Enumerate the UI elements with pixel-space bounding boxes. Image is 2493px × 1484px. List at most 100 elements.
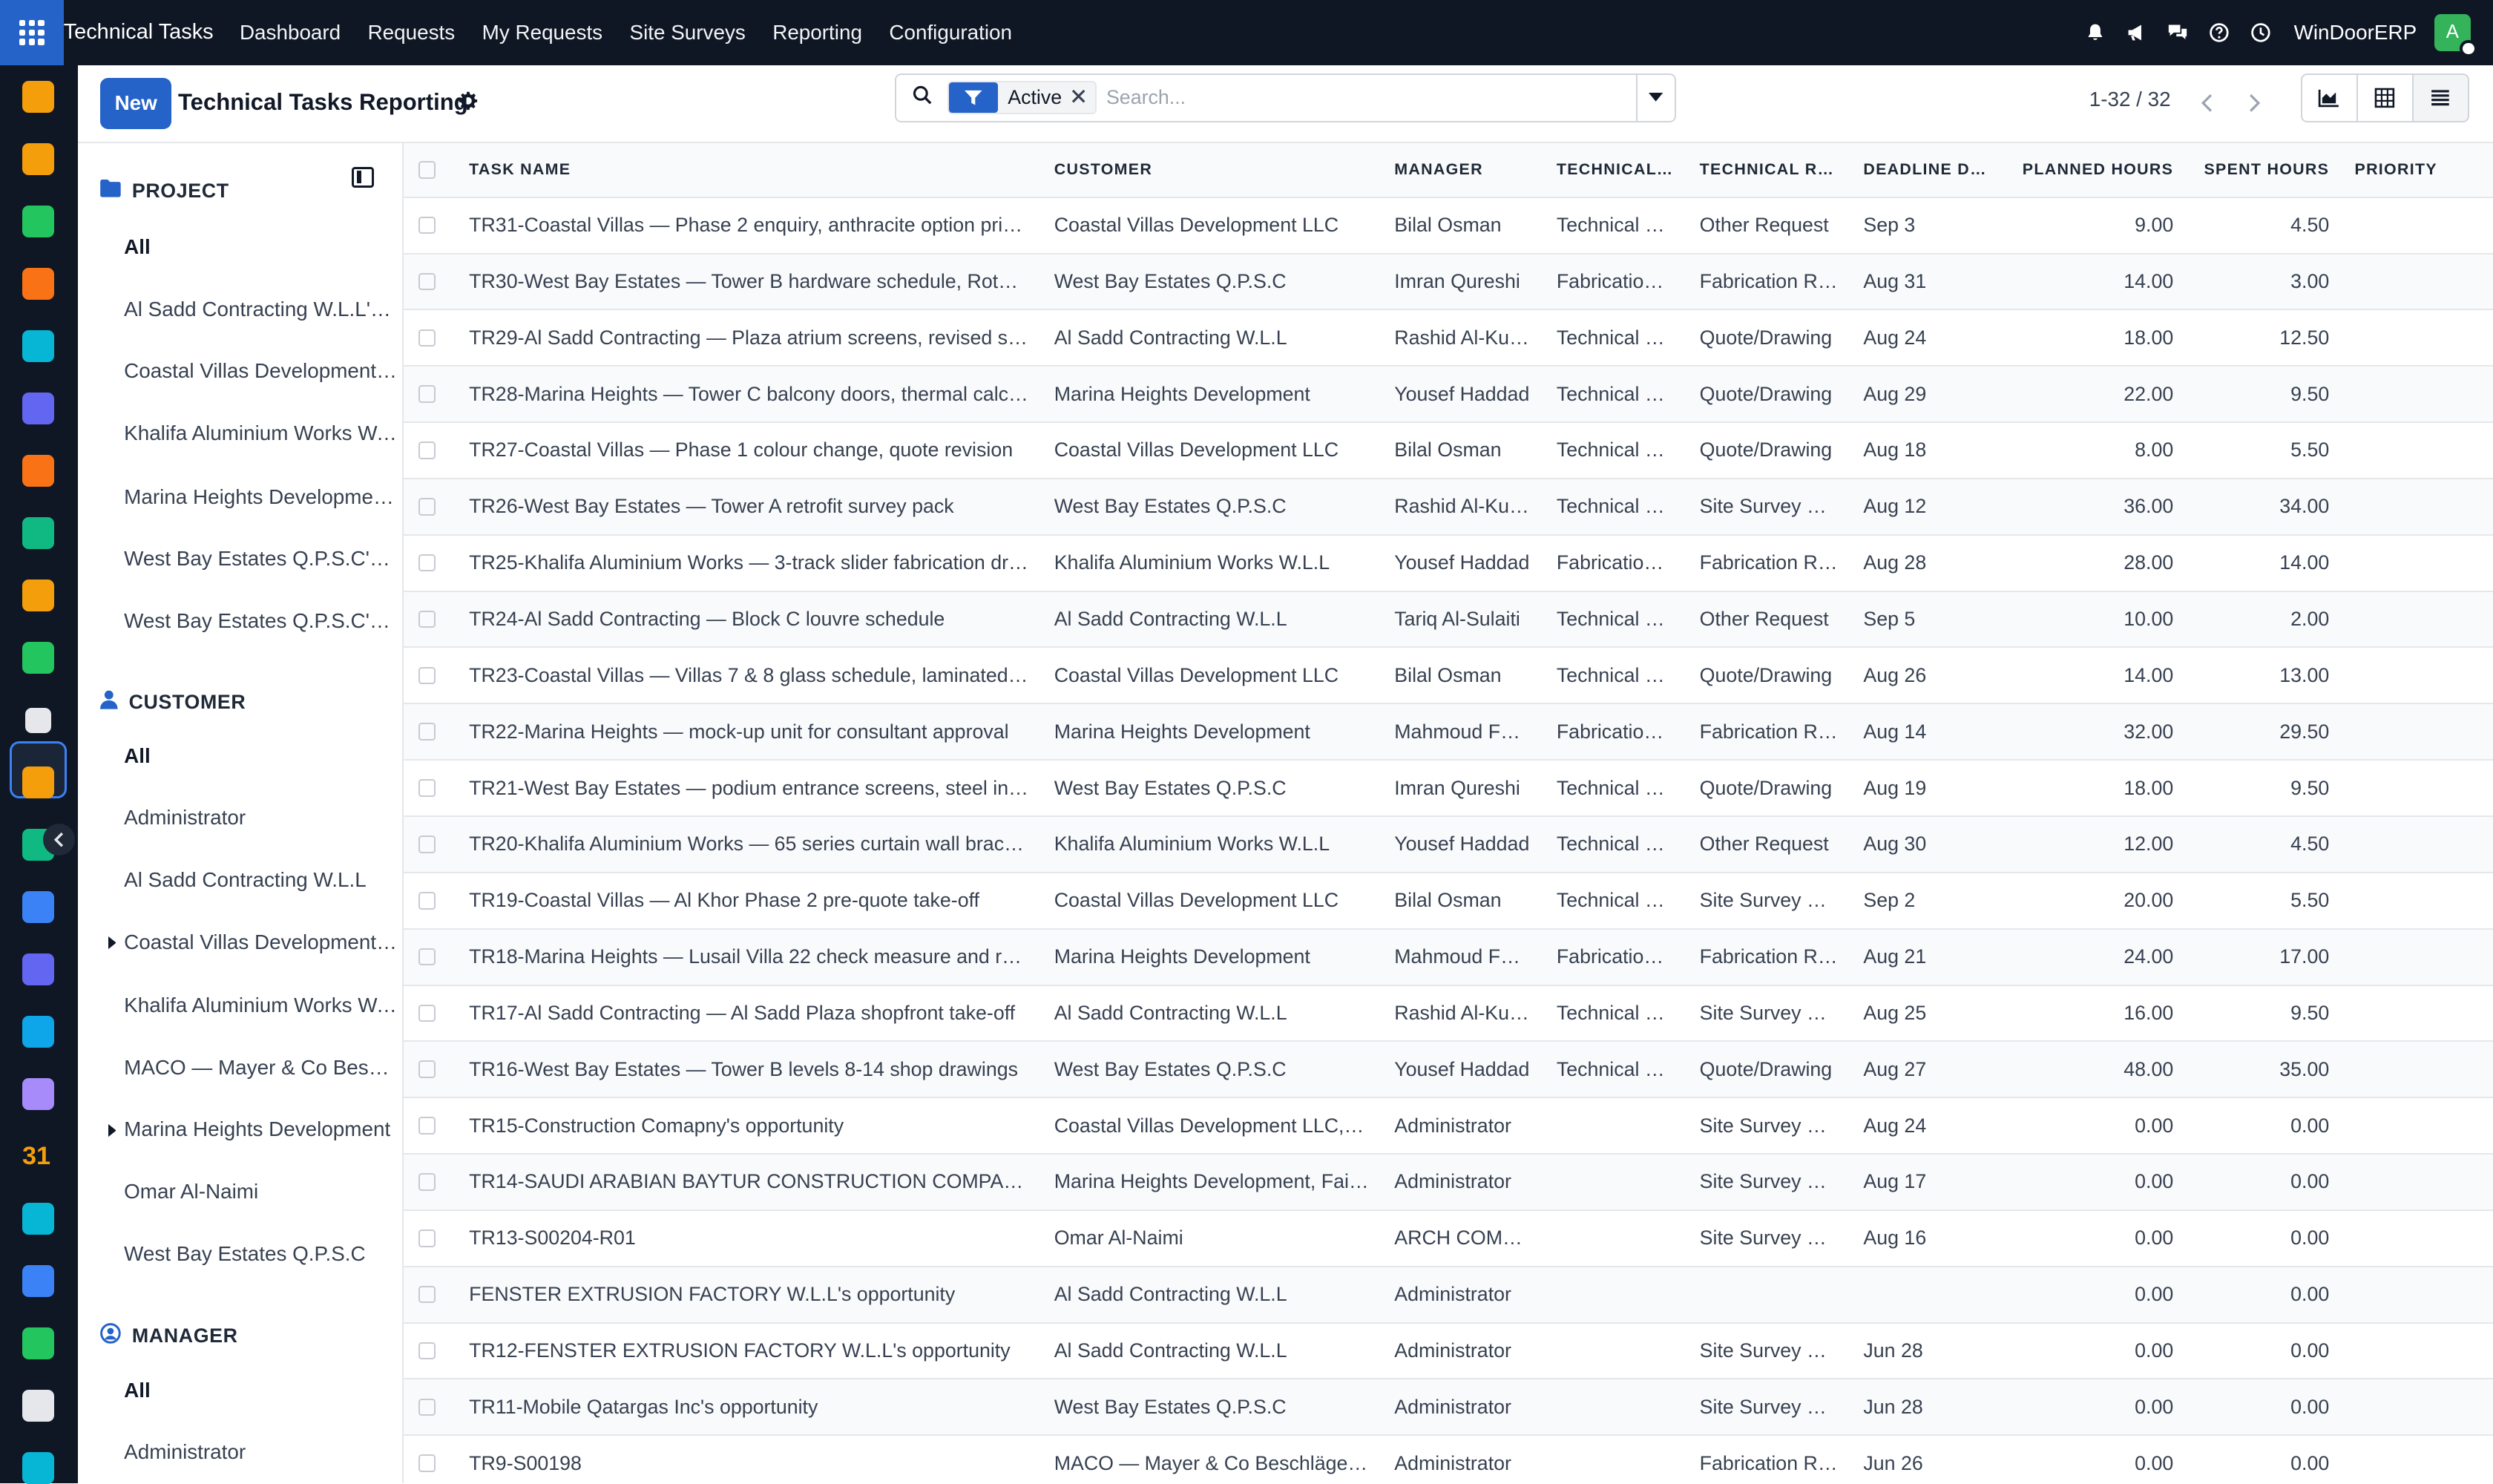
table-row[interactable]: TR19-Coastal Villas — Al Khor Phase 2 pr… <box>404 873 2493 929</box>
menu-reporting[interactable]: Reporting <box>759 21 876 45</box>
row-checkbox[interactable] <box>404 254 456 310</box>
contacts-app-icon[interactable] <box>22 206 54 238</box>
row-checkbox[interactable] <box>404 816 456 873</box>
live-chat-app-icon[interactable] <box>22 455 54 487</box>
pager-next-button[interactable] <box>2234 81 2276 125</box>
megaphone-icon[interactable] <box>2116 0 2158 65</box>
table-row[interactable]: TR25-Khalifa Aluminium Works — 3-track s… <box>404 535 2493 591</box>
row-checkbox[interactable] <box>404 422 456 479</box>
table-row[interactable]: TR31-Coastal Villas — Phase 2 enquiry, a… <box>404 197 2493 254</box>
row-checkbox[interactable] <box>404 1435 456 1483</box>
pager-value[interactable]: 1-32 / 32 <box>2089 88 2171 111</box>
new-button[interactable]: New <box>100 77 172 129</box>
column-header[interactable]: Task Name <box>456 142 1042 198</box>
panel-item[interactable]: West Bay Estates Q.P.S.C's opportunity <box>124 547 398 571</box>
table-row[interactable]: TR11-Mobile Qatargas Inc's opportunity We… <box>404 1379 2493 1436</box>
column-header[interactable]: Deadline Date <box>1850 142 2006 198</box>
sign-app-icon[interactable] <box>22 1203 54 1235</box>
select-all-checkbox[interactable] <box>404 142 456 198</box>
table-row[interactable]: TR18-Marina Heights — Lusail Villa 22 ch… <box>404 928 2493 985</box>
row-checkbox[interactable] <box>404 760 456 816</box>
panel-item[interactable]: Khalifa Aluminium Works W.L.L's opportun… <box>124 421 398 445</box>
menu-site-surveys[interactable]: Site Surveys <box>616 21 759 45</box>
search-icon[interactable] <box>896 85 947 111</box>
documents-app-icon[interactable] <box>22 766 54 799</box>
chat-icon[interactable] <box>2157 0 2198 65</box>
panel-item[interactable]: All <box>124 235 398 259</box>
column-header[interactable]: Customer <box>1041 142 1382 198</box>
row-checkbox[interactable] <box>404 309 456 366</box>
employees-app-icon[interactable] <box>22 642 54 674</box>
gear-icon[interactable] <box>458 91 479 116</box>
row-checkbox[interactable] <box>404 479 456 535</box>
app-menu-button[interactable] <box>0 0 64 65</box>
website-app-icon[interactable] <box>22 1452 54 1484</box>
rail-collapse-button[interactable] <box>42 823 75 856</box>
table-row[interactable]: TR14-SAUDI ARABIAN BAYTUR CONSTRUCTION C… <box>404 1154 2493 1210</box>
column-header[interactable]: Priority <box>2342 142 2493 198</box>
whatsapp-app-icon[interactable] <box>22 1327 54 1360</box>
row-checkbox[interactable] <box>404 1041 456 1097</box>
table-row[interactable]: FENSTER EXTRUSION FACTORY W.L.L's opport… <box>404 1266 2493 1323</box>
search-options-toggle[interactable] <box>1636 74 1674 121</box>
close-icon[interactable] <box>1071 87 1095 108</box>
timer-app-icon[interactable] <box>22 1390 54 1422</box>
caret-right-icon[interactable] <box>108 936 116 953</box>
table-row[interactable]: TR30-West Bay Estates — Tower B hardware… <box>404 253 2493 310</box>
panel-item[interactable]: Coastal Villas Development LLC's opportu… <box>124 359 398 383</box>
inventory-app-icon[interactable] <box>22 517 54 550</box>
table-row[interactable]: TR26-West Bay Estates — Tower A retrofit… <box>404 478 2493 535</box>
search-input[interactable] <box>1106 86 1600 110</box>
app-brand[interactable]: Technical Tasks <box>64 20 214 45</box>
row-checkbox[interactable] <box>404 929 456 985</box>
table-row[interactable]: TR27-Coastal Villas — Phase 1 colour cha… <box>404 422 2493 479</box>
bell-icon[interactable] <box>2075 0 2116 65</box>
row-checkbox[interactable] <box>404 1210 456 1267</box>
row-checkbox[interactable] <box>404 1323 456 1379</box>
row-checkbox[interactable] <box>404 647 456 703</box>
discuss-app-icon[interactable] <box>22 268 54 301</box>
panel-item[interactable]: All <box>124 744 398 768</box>
apps-app-icon[interactable] <box>22 1265 54 1298</box>
reporting-app-icon[interactable] <box>22 81 54 114</box>
column-header[interactable]: Manager <box>1382 142 1544 198</box>
panel-item[interactable]: Khalifa Aluminium Works W.L.L <box>124 994 398 1017</box>
knowledge-app-icon[interactable] <box>22 891 54 924</box>
panel-item[interactable]: MACO — Mayer & Co Beschläge GmbH <box>124 1056 398 1080</box>
row-checkbox[interactable] <box>404 873 456 929</box>
panel-item[interactable]: Administrator <box>124 1440 398 1464</box>
panel-item[interactable]: West Bay Estates Q.P.S.C <box>124 1242 398 1266</box>
row-checkbox[interactable] <box>404 366 456 422</box>
row-checkbox[interactable] <box>404 1097 456 1154</box>
menu-dashboard[interactable]: Dashboard <box>226 21 355 45</box>
column-header[interactable]: Planned Hours <box>2005 142 2187 198</box>
dashboards-app-icon[interactable] <box>22 580 54 612</box>
help-icon[interactable] <box>2198 0 2240 65</box>
clock-icon[interactable] <box>2240 0 2282 65</box>
table-row[interactable]: TR24-Al Sadd Contracting — Block C louvr… <box>404 591 2493 648</box>
technical-tasks-app-icon[interactable] <box>25 707 51 733</box>
panel-item[interactable]: Administrator <box>124 806 398 830</box>
caret-right-icon[interactable] <box>108 1123 116 1140</box>
panel-item[interactable]: Marina Heights Development's opportunity <box>124 485 398 509</box>
menu-configuration[interactable]: Configuration <box>876 21 1025 45</box>
panel-toggle-icon[interactable] <box>351 166 374 188</box>
row-checkbox[interactable] <box>404 535 456 591</box>
table-row[interactable]: TR9-S00198 MACO — Mayer & Co Beschläge Gm… <box>404 1435 2493 1483</box>
row-checkbox[interactable] <box>404 985 456 1042</box>
sales-app-icon[interactable] <box>22 330 54 363</box>
row-checkbox[interactable] <box>404 1379 456 1435</box>
table-row[interactable]: TR22-Marina Heights — mock-up unit for c… <box>404 703 2493 761</box>
table-row[interactable]: TR21-West Bay Estates — podium entrance … <box>404 760 2493 816</box>
table-row[interactable]: TR28-Marina Heights — Tower C balcony do… <box>404 366 2493 423</box>
avatar[interactable]: A <box>2434 14 2477 58</box>
panel-item[interactable]: Al Sadd Contracting W.L.L <box>124 868 398 892</box>
invoicing-app-icon[interactable] <box>22 1016 54 1048</box>
graph-view-button[interactable] <box>2300 73 2358 122</box>
table-row[interactable]: TR13-S00204-R01 Omar Al-Naimi ARCH COMPANY… <box>404 1210 2493 1267</box>
pager-previous-button[interactable] <box>2186 81 2227 125</box>
row-checkbox[interactable] <box>404 197 456 254</box>
menu-my-requests[interactable]: My Requests <box>468 21 616 45</box>
menu-requests[interactable]: Requests <box>354 21 468 45</box>
mail-app-icon[interactable] <box>22 393 54 425</box>
